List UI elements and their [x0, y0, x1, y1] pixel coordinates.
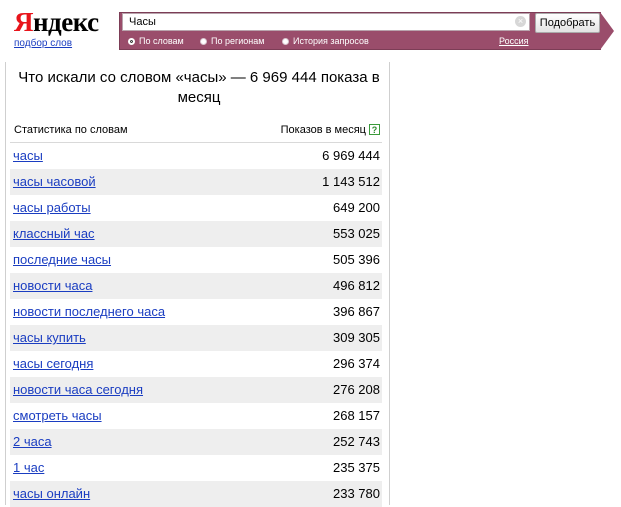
radio-label: По словам — [139, 36, 184, 46]
logo-rest: ндекс — [33, 7, 99, 37]
table-row: часы онлайн 233 780 — [10, 481, 382, 507]
impressions-count: 276 208 — [333, 382, 380, 397]
table-row: часы часовой 1 143 512 — [10, 169, 382, 195]
impressions-count: 1 143 512 — [322, 174, 380, 189]
impressions-count: 268 157 — [333, 408, 380, 423]
impressions-count: 309 305 — [333, 330, 380, 345]
phrase-link[interactable]: 2 часа — [13, 429, 52, 455]
phrase-link[interactable]: новости часа сегодня — [13, 377, 143, 403]
logo-subtitle-link[interactable]: подбор слов — [14, 38, 94, 49]
phrase-link[interactable]: часы онлайн — [13, 481, 90, 507]
clear-icon[interactable]: × — [515, 16, 526, 27]
impressions-count: 6 969 444 — [322, 148, 380, 163]
phrase-link[interactable]: 1 час — [13, 455, 44, 481]
impressions-count: 233 780 — [333, 486, 380, 501]
logo-first-letter: Я — [14, 7, 34, 37]
radio-history[interactable]: История запросов — [282, 35, 369, 47]
phrase-link[interactable]: часы — [13, 143, 43, 169]
impressions-count: 296 374 — [333, 356, 380, 371]
yandex-logo[interactable]: Яндекс подбор слов — [14, 7, 99, 49]
phrase-link[interactable]: часы работы — [13, 195, 91, 221]
table-row: часы работы 649 200 — [10, 195, 382, 221]
logo-wordmark: Яндекс — [14, 7, 99, 37]
table-row: новости часа 496 812 — [10, 273, 382, 299]
page-title: Что искали со словом «часы» — 6 969 444 … — [18, 69, 380, 106]
table-row: смотреть часы 268 157 — [10, 403, 382, 429]
impressions-count: 496 812 — [333, 278, 380, 293]
impressions-count: 396 867 — [333, 304, 380, 319]
impressions-count: 235 375 — [333, 460, 380, 475]
radio-by-words[interactable]: По словам — [128, 35, 184, 47]
radio-label: История запросов — [293, 36, 369, 46]
stats-table: часы 6 969 444 часы часовой 1 143 512 часы… — [10, 143, 382, 507]
table-row: новости часа сегодня 276 208 — [10, 377, 382, 403]
impressions-count: 505 396 — [333, 252, 380, 267]
search-band-arrow — [600, 12, 614, 50]
impressions-count: 252 743 — [333, 434, 380, 449]
phrase-link[interactable]: классный час — [13, 221, 95, 247]
phrase-link[interactable]: часы часовой — [13, 169, 96, 195]
column-header-impressions: Показов в месяц — [280, 124, 366, 136]
radio-label: По регионам — [211, 36, 265, 46]
region-link[interactable]: Россия — [499, 35, 529, 47]
table-row: последние часы 505 396 — [10, 247, 382, 273]
table-row: классный час 553 025 — [10, 221, 382, 247]
impressions-count: 649 200 — [333, 200, 380, 215]
column-header-words: Статистика по словам — [14, 124, 128, 136]
table-row: часы купить 309 305 — [10, 325, 382, 351]
phrase-link[interactable]: смотреть часы — [13, 403, 102, 429]
table-row: часы 6 969 444 — [10, 143, 382, 169]
radio-by-regions[interactable]: По регионам — [200, 35, 264, 47]
radio-unselected-icon — [200, 38, 207, 45]
table-row: новости последнего часа 396 867 — [10, 299, 382, 325]
phrase-link[interactable]: часы сегодня — [13, 351, 93, 377]
phrase-link[interactable]: новости часа — [13, 273, 92, 299]
submit-button[interactable]: Подобрать — [535, 13, 600, 33]
table-row: 2 часа 252 743 — [10, 429, 382, 455]
phrase-link[interactable]: новости последнего часа — [13, 299, 165, 325]
table-row: часы сегодня 296 374 — [10, 351, 382, 377]
help-icon[interactable]: ? — [369, 124, 380, 135]
phrase-link[interactable]: часы купить — [13, 325, 86, 351]
radio-unselected-icon — [282, 38, 289, 45]
table-row: 1 час 235 375 — [10, 455, 382, 481]
phrase-link[interactable]: последние часы — [13, 247, 111, 273]
radio-selected-icon — [128, 38, 135, 45]
impressions-count: 553 025 — [333, 226, 380, 241]
search-input[interactable]: Часы — [122, 13, 530, 31]
